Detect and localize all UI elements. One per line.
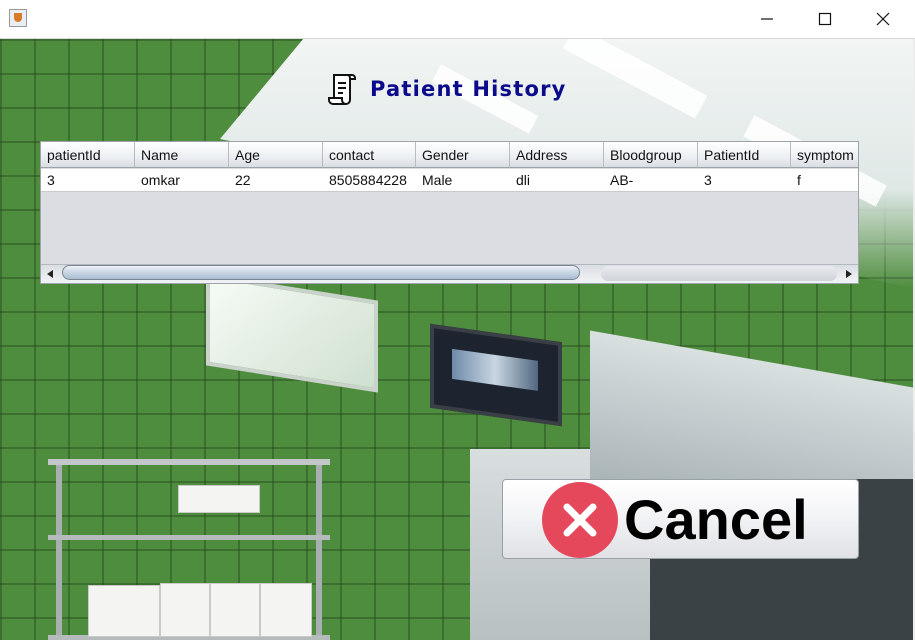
minimize-icon bbox=[761, 18, 773, 20]
table-cell[interactable]: f bbox=[791, 169, 858, 191]
supply-box bbox=[88, 585, 160, 637]
supply-box bbox=[260, 583, 312, 637]
close-button[interactable] bbox=[854, 0, 912, 38]
table-body: 3 omkar 22 8505884228 Male dli AB- 3 f bbox=[41, 169, 858, 192]
column-header-gender[interactable]: Gender bbox=[416, 142, 510, 168]
page-title-text: Patient History bbox=[370, 77, 567, 101]
supply-box bbox=[178, 485, 260, 513]
cancel-button-label: Cancel bbox=[624, 488, 808, 551]
column-header-name[interactable]: Name bbox=[135, 142, 229, 168]
column-header-contact[interactable]: contact bbox=[323, 142, 416, 168]
patient-history-table[interactable]: patientId Name Age contact Gender Addres… bbox=[40, 141, 859, 284]
x-circle-icon bbox=[542, 482, 618, 558]
supply-cart bbox=[48, 459, 330, 640]
supply-box bbox=[160, 583, 210, 637]
cancel-button[interactable]: Cancel bbox=[502, 479, 859, 559]
supply-box bbox=[210, 583, 260, 637]
table-cell[interactable]: dli bbox=[510, 169, 604, 191]
table-cell[interactable]: 8505884228 bbox=[323, 169, 416, 191]
column-header-address[interactable]: Address bbox=[510, 142, 604, 168]
column-header-bloodgroup[interactable]: Bloodgroup bbox=[604, 142, 698, 168]
maximize-button[interactable] bbox=[796, 0, 854, 38]
maximize-icon bbox=[818, 12, 832, 26]
wall-light-panel bbox=[206, 273, 378, 393]
minimize-button[interactable] bbox=[738, 0, 796, 38]
column-header-age[interactable]: Age bbox=[229, 142, 323, 168]
table-row[interactable]: 3 omkar 22 8505884228 Male dli AB- 3 f bbox=[41, 169, 858, 192]
window-titlebar bbox=[0, 0, 915, 39]
column-header-patientid-2[interactable]: PatientId bbox=[698, 142, 791, 168]
scroll-document-icon bbox=[328, 74, 356, 105]
xray-monitor bbox=[430, 323, 562, 427]
java-app-icon bbox=[9, 9, 27, 27]
table-cell[interactable]: 22 bbox=[229, 169, 323, 191]
table-cell[interactable]: 3 bbox=[698, 169, 791, 191]
table-cell[interactable]: AB- bbox=[604, 169, 698, 191]
table-cell[interactable]: Male bbox=[416, 169, 510, 191]
scrollbar-track[interactable] bbox=[601, 266, 837, 281]
scrollbar-thumb[interactable] bbox=[62, 265, 580, 280]
page-title: Patient History bbox=[328, 73, 567, 105]
column-header-patientid[interactable]: patientId bbox=[41, 142, 135, 168]
column-header-symptom[interactable]: symptom bbox=[791, 142, 858, 168]
close-icon bbox=[876, 12, 890, 26]
table-cell[interactable]: omkar bbox=[135, 169, 229, 191]
horizontal-scrollbar[interactable] bbox=[41, 264, 858, 283]
scroll-left-arrow-icon[interactable] bbox=[44, 268, 56, 280]
scroll-right-arrow-icon[interactable] bbox=[843, 268, 855, 280]
table-header: patientId Name Age contact Gender Addres… bbox=[41, 142, 858, 168]
table-cell[interactable]: 3 bbox=[41, 169, 135, 191]
